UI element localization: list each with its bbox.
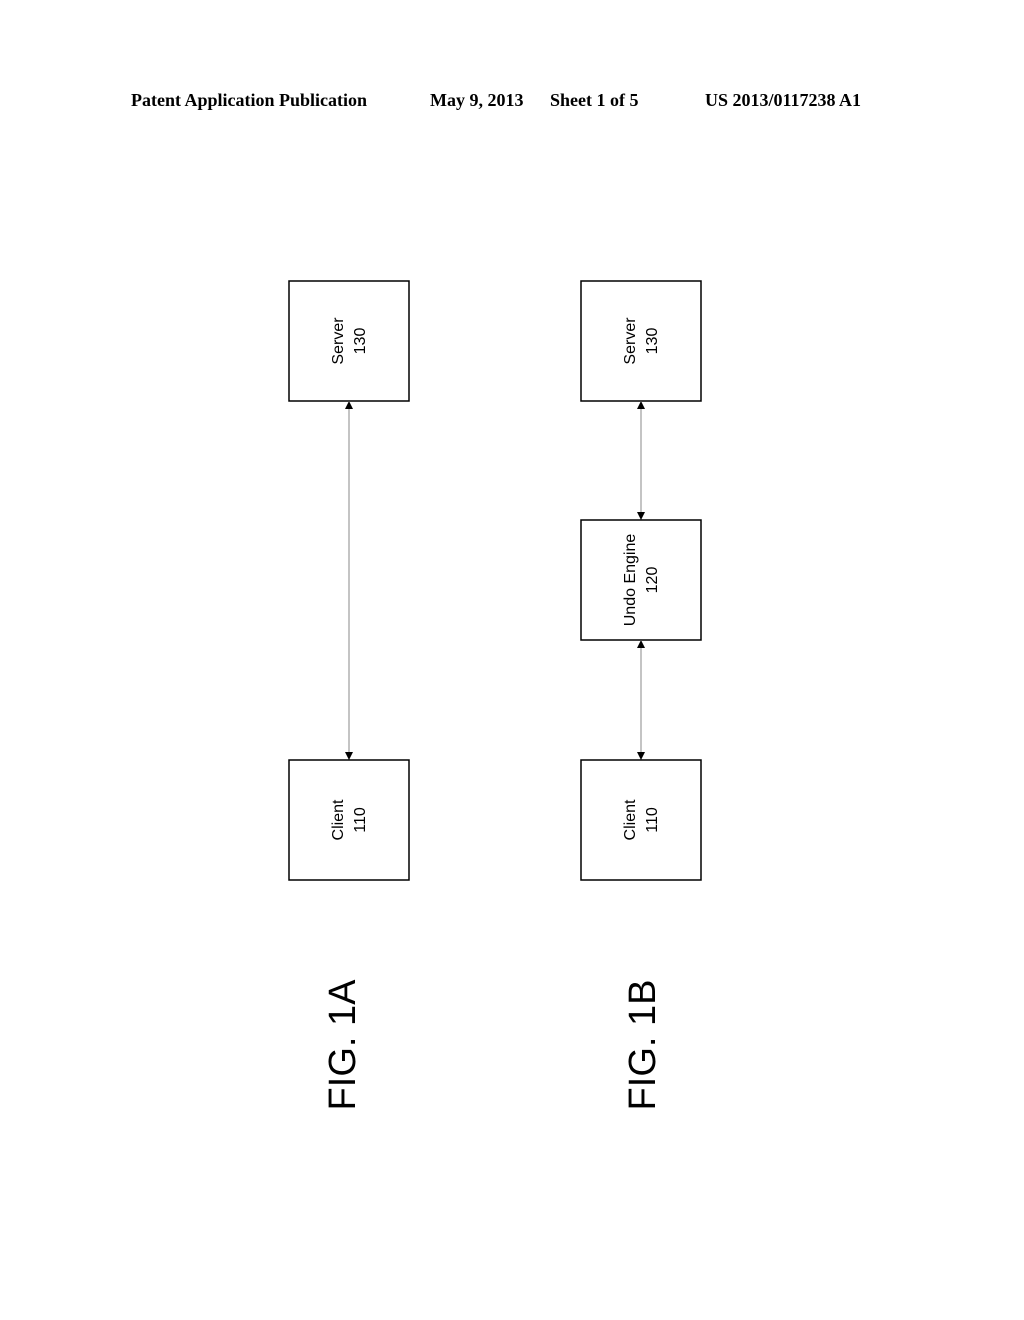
client-label: Client [622, 799, 639, 840]
figure-label-1a: FIG. 1A [322, 979, 364, 1111]
server-label: Server [622, 317, 639, 365]
diagram-canvas: Server 130 Client 110 FIG. 1A Server 130… [288, 280, 702, 1111]
figure-label-1b: FIG. 1B [622, 980, 664, 1111]
server-ref: 130 [644, 328, 661, 355]
fig-1b: Server 130 Undo Engine 120 Client 110 FI… [580, 280, 702, 1111]
client-ref: 110 [644, 807, 661, 833]
undo-engine-ref: 120 [644, 567, 661, 594]
undo-engine-box [580, 519, 702, 641]
server-label: Server [330, 317, 347, 365]
server-ref: 130 [352, 328, 369, 355]
client-label: Client [330, 799, 347, 840]
undo-engine-label: Undo Engine [622, 534, 639, 627]
fig-1a: Server 130 Client 110 FIG. 1A [288, 280, 410, 1111]
client-box [288, 759, 410, 881]
client-ref: 110 [352, 807, 369, 833]
client-box [580, 759, 702, 881]
server-box [580, 280, 702, 402]
server-box [288, 280, 410, 402]
